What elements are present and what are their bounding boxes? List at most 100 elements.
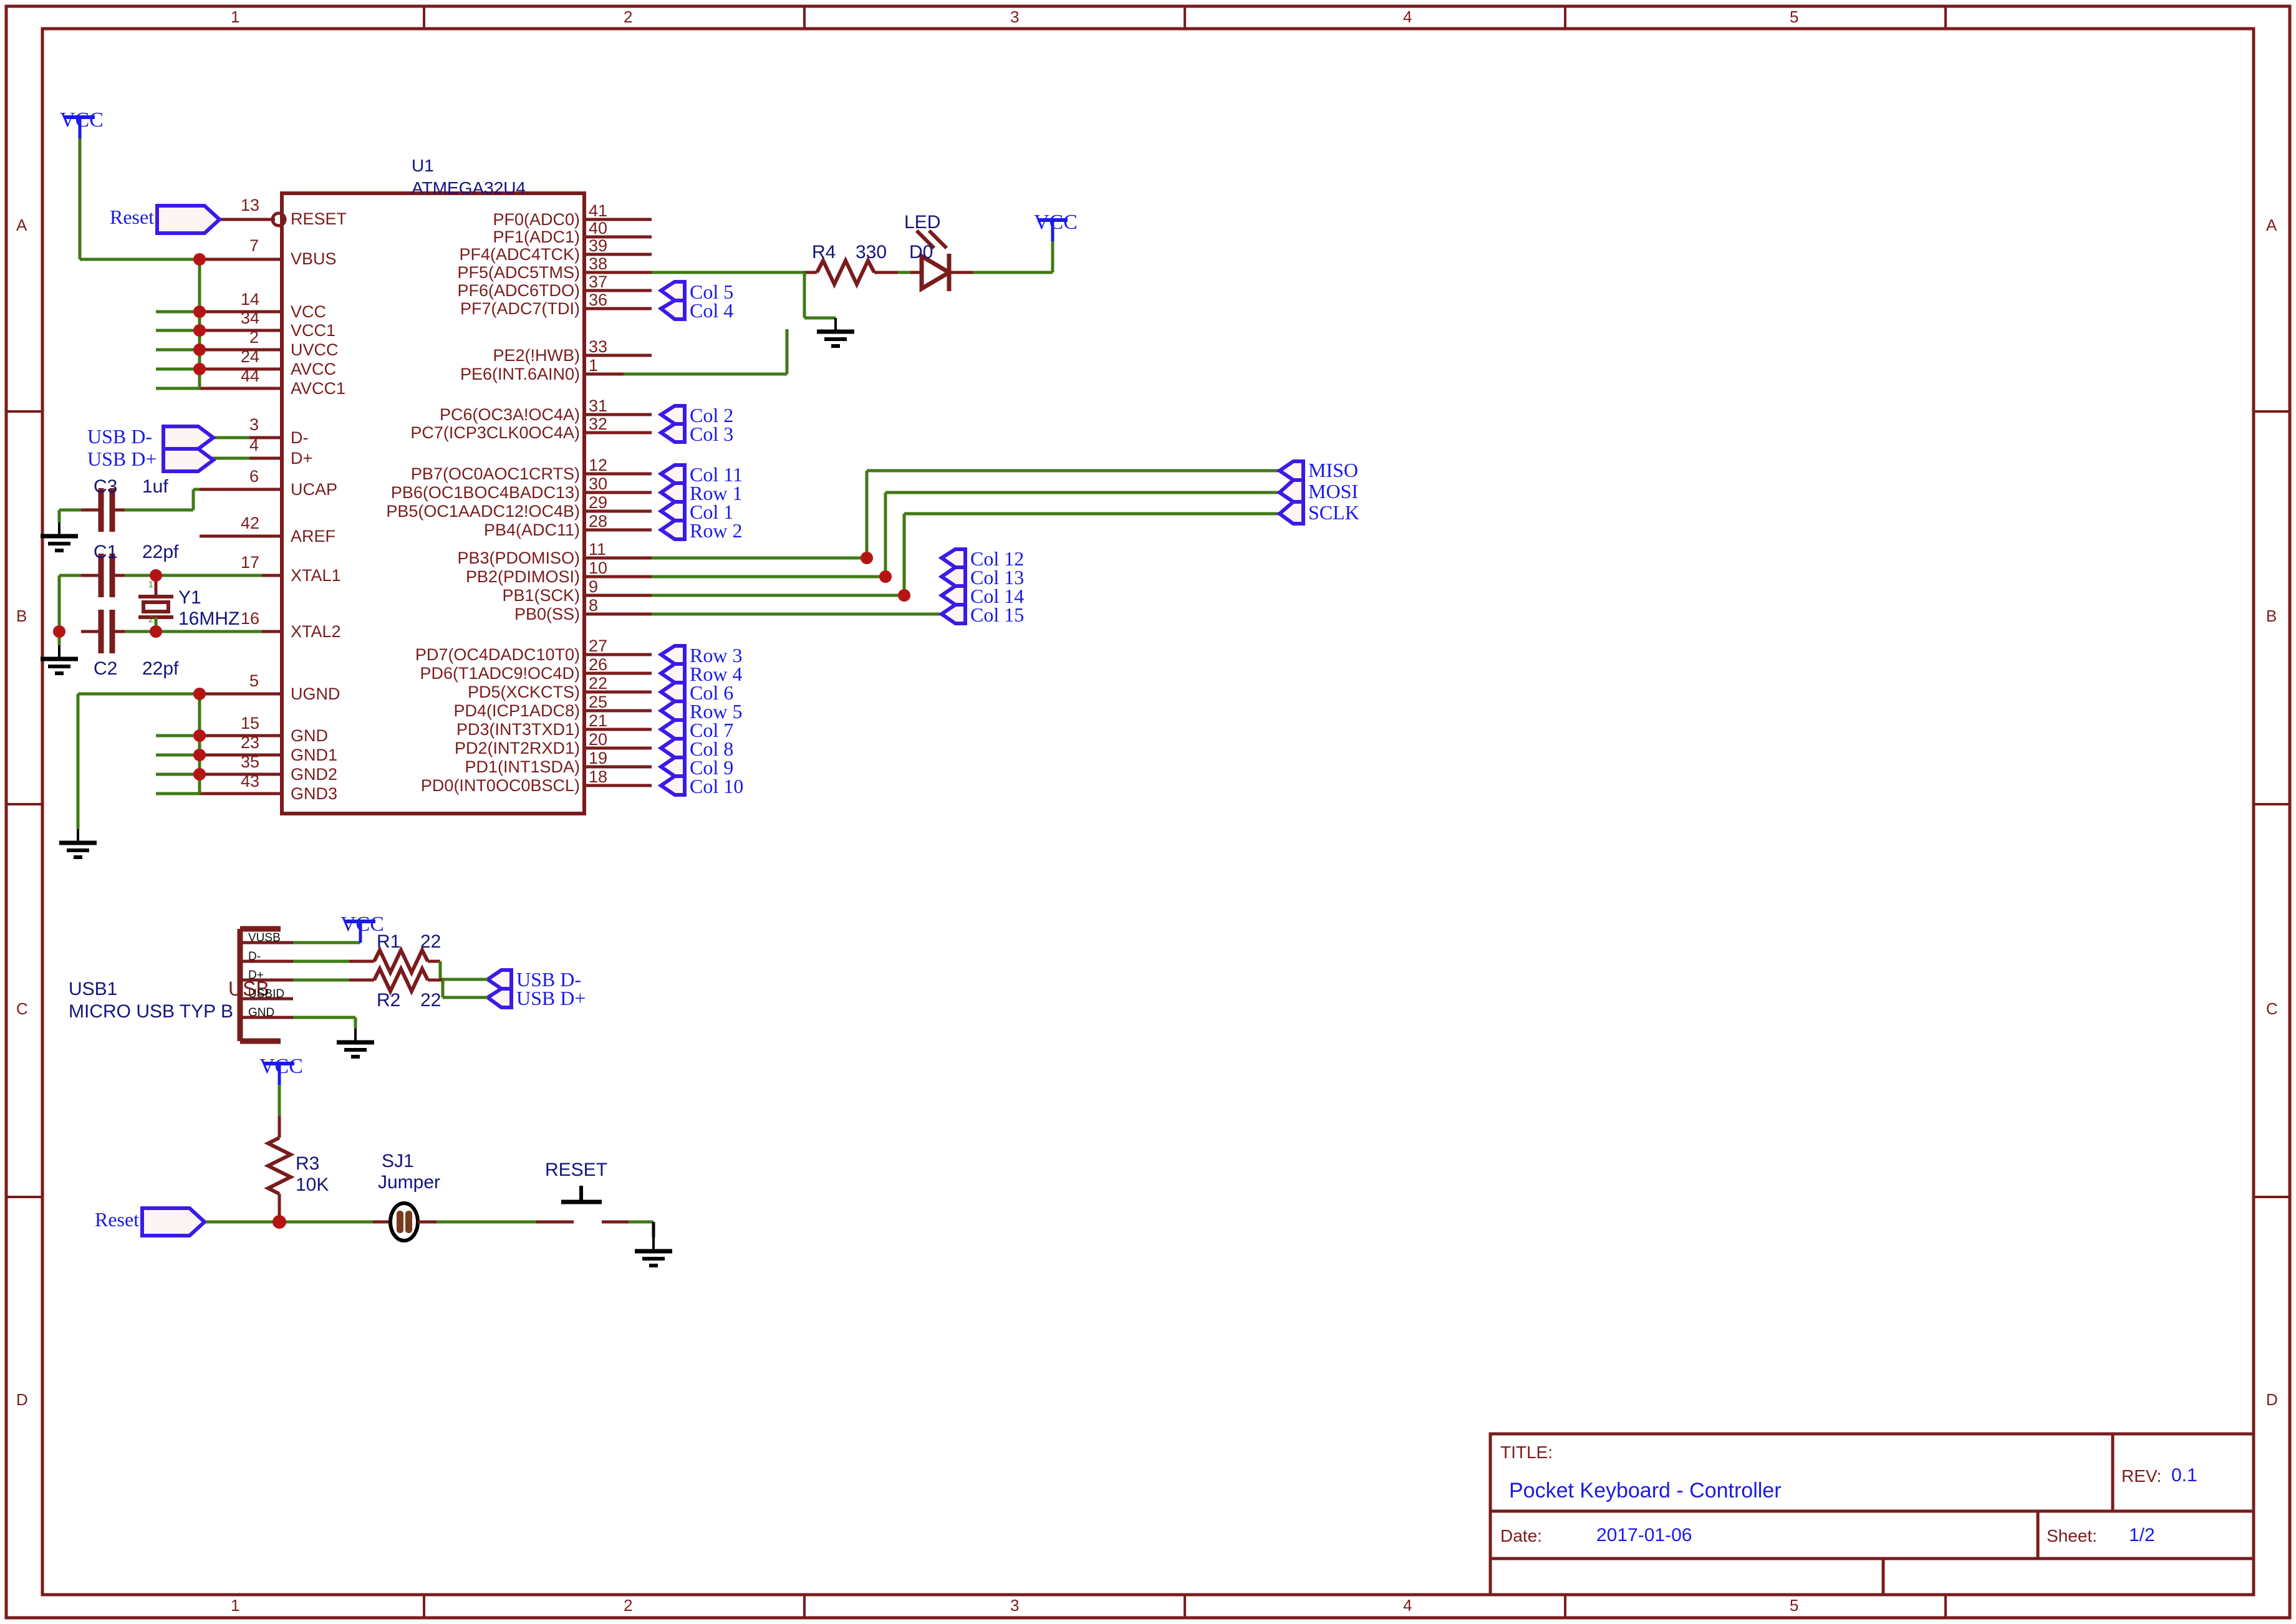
r3-value: 10K — [296, 1175, 329, 1195]
net-label-usb-dp-conn[interactable]: USB D+ — [516, 988, 586, 1008]
u1-pin-num-37: 37 — [589, 272, 608, 291]
u1-pin-num-36: 36 — [589, 291, 608, 309]
u1-pin-name-dp: D+ — [291, 449, 313, 468]
u1-pin-num-25: 25 — [589, 693, 608, 711]
y1-ref: Y1 — [178, 587, 201, 608]
usb1-pin-gnd: GND — [248, 1006, 275, 1019]
u1-pin-num-19: 19 — [589, 749, 608, 767]
r3-ref: R3 — [296, 1153, 320, 1174]
c3-value: 1uf — [142, 476, 168, 497]
u1-pin-name-pb5: PB5(OC1AADC12!OC4B) — [386, 502, 580, 521]
vcc-label-top-left: VCC — [60, 108, 104, 132]
net-label-col15[interactable]: Col 15 — [970, 605, 1024, 625]
u1-value: ATMEGA32U4 — [412, 178, 526, 198]
u1-pin-name-pc6: PC6(OC3A!OC4A) — [439, 405, 580, 424]
u1-pin-name-pd7: PD7(OC4DADC10T0) — [415, 645, 580, 664]
net-label-col4[interactable]: Col 4 — [690, 300, 733, 320]
zone-row-d-left: D — [16, 1390, 28, 1409]
zone-col-5-top: 5 — [1790, 7, 1799, 26]
u1-pin-name-pd1: PD1(INT1SDA) — [465, 757, 580, 776]
u1-ref: U1 — [412, 156, 434, 175]
u1-pin-num-39: 39 — [589, 236, 608, 255]
net-label-row2[interactable]: Row 2 — [690, 521, 742, 541]
u1-pin-num-38: 38 — [589, 254, 608, 273]
c2-ref: C2 — [94, 658, 118, 679]
vcc-label-reset: VCC — [259, 1055, 303, 1078]
net-label-col10[interactable]: Col 10 — [690, 776, 743, 796]
rev-key: REV: — [2121, 1466, 2162, 1486]
u1-pin-name-pd0: PD0(INT0OC0BSCL) — [420, 776, 580, 795]
u1-pin-num-20: 20 — [589, 730, 608, 749]
u1-pin-num-18: 18 — [589, 767, 608, 786]
u1-pin-name-pb1: PB1(SCK) — [502, 586, 580, 605]
u1-pin-name-pd6: PD6(T1ADC9!OC4D) — [420, 664, 580, 683]
sheet-value: 1/2 — [2129, 1525, 2155, 1545]
c3-ref: C3 — [94, 476, 118, 497]
sj1-value: Jumper — [378, 1172, 441, 1193]
rev-value: 0.1 — [2171, 1465, 2197, 1486]
r1-ref: R1 — [377, 931, 401, 952]
net-label-usb-dp-ic[interactable]: USB D+ — [87, 449, 157, 469]
zone-col-3-top: 3 — [1010, 7, 1020, 26]
u1-pin-num-33: 33 — [589, 337, 608, 356]
u1-pin-name-pd2: PD2(INT2RXD1) — [454, 739, 580, 757]
u1-pin-name-pf7: PF7(ADC7(TDI) — [460, 299, 580, 318]
title-key: TITLE: — [1500, 1443, 1553, 1462]
u1-pin-name-pb2: PB2(PDIMOSI) — [465, 567, 580, 586]
usb1-pin-usbid: USBID — [248, 987, 285, 1001]
u1-pin-name-pd4: PD4(ICP1ADC8) — [453, 701, 580, 720]
u1-pin-name-pb0: PB0(SS) — [514, 605, 580, 623]
usb1-pin-dm: D- — [248, 950, 261, 963]
date-key: Date: — [1500, 1526, 1542, 1545]
zone-col-3-bottom: 3 — [1010, 1596, 1020, 1615]
zone-col-4-top: 4 — [1403, 7, 1412, 26]
reset-switch-label: RESET — [545, 1160, 608, 1180]
zone-col-2-bottom: 2 — [624, 1596, 633, 1615]
net-label-col3[interactable]: Col 3 — [690, 424, 733, 444]
c1-value: 22pf — [142, 542, 179, 562]
net-label-mosi[interactable]: MOSI — [1308, 481, 1358, 501]
u1-pin-num-32: 32 — [589, 415, 608, 433]
u1-pin-num-41: 41 — [589, 201, 608, 220]
usb1-value: MICRO USB TYP B — [69, 1001, 233, 1022]
u1-pin-num-11: 11 — [589, 540, 607, 559]
net-label-reset-top[interactable]: Reset — [110, 207, 154, 227]
sj1-ref: SJ1 — [382, 1151, 414, 1171]
usb1-pin-dp: D+ — [248, 969, 264, 982]
u1-pin-name-pf1: PF1(ADC1) — [493, 228, 580, 246]
u1-pin-name-pb6: PB6(OC1BOC4BADC13) — [390, 483, 580, 502]
u1-pin-num-2: 2 — [249, 328, 259, 347]
zone-row-a-right: A — [2266, 216, 2277, 234]
net-label-miso[interactable]: MISO — [1308, 460, 1358, 480]
zone-row-c-left: C — [16, 999, 28, 1018]
u1-pin-num-28: 28 — [589, 512, 608, 531]
u1-pin-name-vcc1: VCC1 — [291, 321, 336, 340]
sheet-key: Sheet: — [2047, 1526, 2097, 1545]
u1-pin-num-26: 26 — [589, 655, 608, 674]
zone-col-1-bottom: 1 — [231, 1596, 240, 1615]
u1-pin-num-9: 9 — [589, 577, 599, 596]
d0-ref: D0 — [909, 242, 933, 262]
zone-col-2-top: 2 — [624, 7, 633, 26]
u1-pin-num-10: 10 — [589, 559, 608, 577]
y1-value: 16MHZ — [178, 608, 240, 629]
zone-col-4-bottom: 4 — [1403, 1596, 1412, 1615]
c1-ref: C1 — [94, 542, 118, 562]
net-label-reset-bottom[interactable]: Reset — [95, 1209, 139, 1229]
zone-row-b-right: B — [2266, 607, 2277, 625]
net-label-usb-dm-ic[interactable]: USB D- — [87, 426, 152, 446]
u1-pin-name-pe6: PE6(INT.6AIN0) — [460, 365, 580, 383]
zone-col-1-top: 1 — [231, 7, 240, 26]
zone-row-d-right: D — [2266, 1390, 2278, 1409]
u1-pin-num-21: 21 — [589, 711, 608, 730]
u1-pin-name-avcc1: AVCC1 — [291, 379, 346, 398]
u1-pin-num-8: 8 — [589, 596, 599, 615]
u1-pin-num-27: 27 — [589, 637, 608, 655]
u1-pin-name-pf5: PF5(ADC5TMS) — [457, 263, 580, 282]
u1-pin-name-pd3: PD3(INT3TXD1) — [456, 720, 580, 739]
u1-pin-name-pe2: PE2(!HWB) — [493, 346, 580, 365]
r4-value: 330 — [856, 242, 887, 262]
u1-pin-num-1: 1 — [589, 356, 599, 375]
net-label-sclk[interactable]: SCLK — [1308, 502, 1359, 522]
u1-pin-num-12: 12 — [589, 456, 608, 474]
